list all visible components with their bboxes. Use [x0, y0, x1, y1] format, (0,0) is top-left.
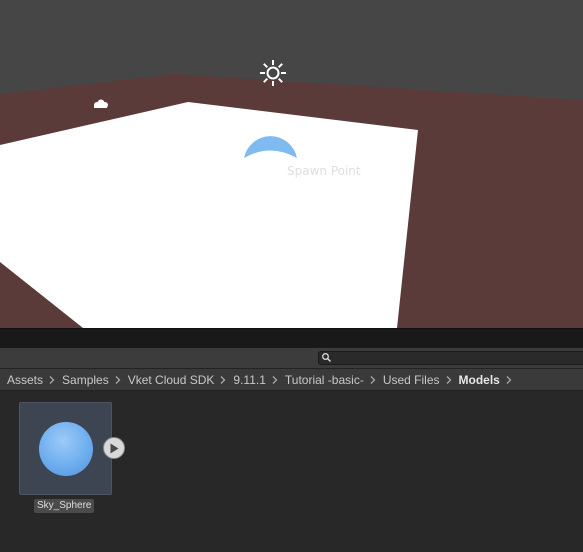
asset-tile-sky-sphere[interactable] — [19, 402, 112, 495]
chevron-right-icon — [115, 375, 121, 384]
sphere-thumbnail-icon — [39, 422, 93, 476]
asset-name-label[interactable]: Sky_Sphere — [34, 499, 95, 513]
spawn-point-label: Spawn Point — [287, 164, 361, 178]
search-icon — [322, 353, 332, 363]
breadcrumb: Assets Samples Vket Cloud SDK 9.11.1 Tut… — [0, 369, 583, 391]
scene-view[interactable]: Spawn Point — [0, 0, 583, 328]
breadcrumb-used-files[interactable]: Used Files — [383, 373, 440, 387]
chevron-right-icon[interactable] — [506, 375, 512, 384]
project-toolbar — [0, 348, 583, 369]
breadcrumb-samples[interactable]: Samples — [62, 373, 109, 387]
chevron-right-icon — [272, 375, 278, 384]
sun-icon[interactable] — [260, 60, 286, 86]
expand-asset-button[interactable] — [103, 437, 125, 459]
breadcrumb-vket-cloud-sdk[interactable]: Vket Cloud SDK — [128, 373, 215, 387]
breadcrumb-version[interactable]: 9.11.1 — [233, 373, 265, 387]
play-icon — [110, 443, 119, 454]
chevron-right-icon — [446, 375, 451, 384]
breadcrumb-tutorial-basic[interactable]: Tutorial -basic- — [285, 373, 364, 387]
breadcrumb-models[interactable]: Models — [459, 373, 500, 387]
chevron-right-icon — [49, 375, 55, 384]
breadcrumb-assets[interactable]: Assets — [7, 373, 43, 387]
search-input[interactable] — [318, 351, 583, 365]
chevron-right-icon — [370, 375, 376, 384]
white-floor — [0, 102, 418, 328]
panel-divider[interactable] — [0, 328, 583, 349]
chevron-right-icon — [220, 375, 226, 384]
